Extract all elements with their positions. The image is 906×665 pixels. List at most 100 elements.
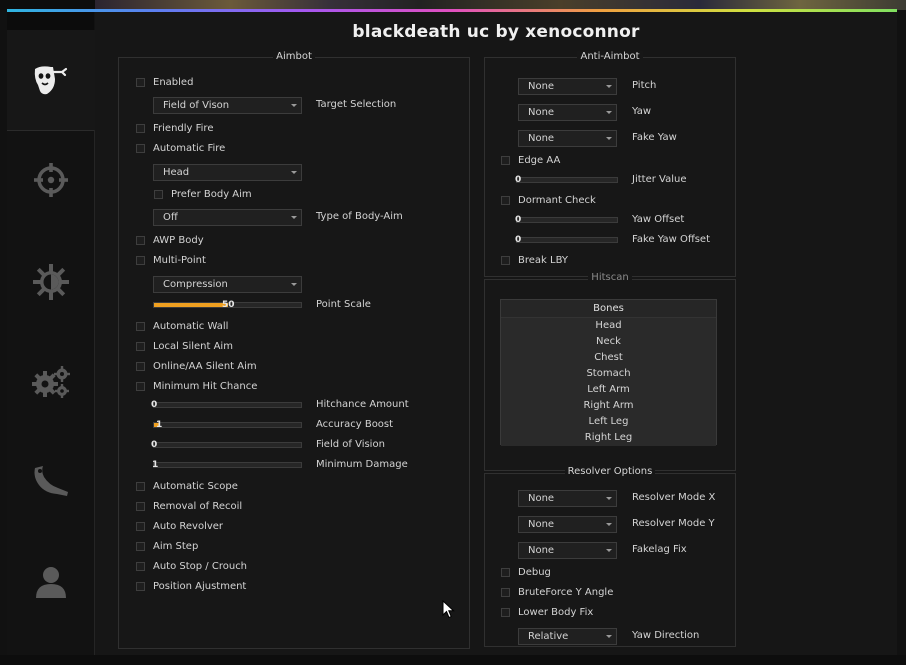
bruteforce-row[interactable]: BruteForce Y Angle (501, 585, 613, 599)
friendly-fire-label: Friendly Fire (153, 122, 214, 134)
accuracy-boost-label: Accuracy Boost (316, 419, 394, 430)
fakelag-fix-dropdown[interactable]: None (518, 542, 617, 559)
removal-of-recoil-row[interactable]: Removal of Recoil (136, 499, 242, 513)
bone-item[interactable]: Right Arm (501, 398, 716, 414)
sidebar-item-visuals[interactable] (7, 262, 95, 302)
prefer-body-aim-row[interactable]: Prefer Body Aim (154, 187, 252, 201)
prefer-body-aim-checkbox[interactable] (154, 189, 163, 199)
point-scale-label: Point Scale (316, 299, 371, 310)
auto-revolver-checkbox[interactable] (136, 521, 145, 531)
awp-body-row[interactable]: AWP Body (136, 233, 204, 247)
automatic-fire-checkbox[interactable] (136, 143, 145, 153)
debug-checkbox[interactable] (501, 567, 510, 577)
awp-body-label: AWP Body (153, 234, 204, 246)
auto-stop-row[interactable]: Auto Stop / Crouch (136, 559, 247, 573)
auto-revolver-row[interactable]: Auto Revolver (136, 519, 223, 533)
bone-item[interactable]: Right Leg (501, 430, 716, 446)
sidebar-item-skins[interactable] (7, 462, 95, 502)
minimum-damage-slider[interactable]: 1 (152, 460, 302, 470)
automatic-scope-row[interactable]: Automatic Scope (136, 479, 238, 493)
minimum-hit-chance-checkbox[interactable] (136, 381, 145, 391)
minimum-damage-label: Minimum Damage (316, 459, 408, 470)
dormant-check-checkbox[interactable] (501, 195, 510, 205)
resolver-mode-y-dropdown[interactable]: None (518, 516, 617, 533)
resolver-mode-x-dropdown[interactable]: None (518, 490, 617, 507)
automatic-scope-checkbox[interactable] (136, 481, 145, 491)
multipoint-mode-value: Compression (163, 279, 228, 290)
lower-body-fix-checkbox[interactable] (501, 607, 510, 617)
yaw-offset-slider[interactable]: 0 (515, 215, 618, 225)
automatic-wall-checkbox[interactable] (136, 321, 145, 331)
resolver-mode-y-value: None (528, 519, 555, 530)
field-of-vision-label: Field of Vision (316, 439, 385, 450)
point-scale-slider[interactable]: 50 (153, 300, 302, 310)
dormant-check-row[interactable]: Dormant Check (501, 193, 596, 207)
yaw-direction-dropdown[interactable]: Relative (518, 628, 617, 645)
automatic-fire-row[interactable]: Automatic Fire (136, 141, 225, 155)
edge-aa-checkbox[interactable] (501, 155, 510, 165)
friendly-fire-checkbox[interactable] (136, 123, 145, 133)
hitbox-dropdown[interactable]: Head (153, 164, 302, 181)
automatic-wall-row[interactable]: Automatic Wall (136, 319, 228, 333)
bones-listbox[interactable]: Bones Head Neck Chest Stomach Left Arm Right … (500, 299, 717, 446)
multi-point-row[interactable]: Multi-Point (136, 253, 206, 267)
aim-step-row[interactable]: Aim Step (136, 539, 198, 553)
edge-aa-row[interactable]: Edge AA (501, 153, 560, 167)
bone-item[interactable]: Left Leg (501, 414, 716, 430)
bone-item[interactable]: Chest (501, 350, 716, 366)
yaw-value: None (528, 107, 555, 118)
accuracy-boost-slider[interactable]: 1 (153, 420, 302, 430)
break-lby-row[interactable]: Break LBY (501, 253, 568, 267)
multi-point-checkbox[interactable] (136, 255, 145, 265)
pitch-dropdown[interactable]: None (518, 78, 617, 95)
fake-yaw-dropdown[interactable]: None (518, 130, 617, 147)
target-selection-dropdown[interactable]: Field of Vison (153, 97, 302, 114)
break-lby-checkbox[interactable] (501, 255, 510, 265)
bone-item[interactable]: Left Arm (501, 382, 716, 398)
sidebar-item-players[interactable] (7, 562, 95, 602)
field-of-vision-slider[interactable]: 0 (151, 440, 302, 450)
local-silent-aim-row[interactable]: Local Silent Aim (136, 339, 233, 353)
lower-body-fix-row[interactable]: Lower Body Fix (501, 605, 593, 619)
enabled-checkbox-row[interactable]: Enabled (136, 75, 193, 89)
sidebar-item-ragebot[interactable] (7, 60, 95, 100)
body-aim-type-value: Off (163, 212, 178, 223)
position-adjustment-checkbox[interactable] (136, 581, 145, 591)
bone-item[interactable]: Neck (501, 334, 716, 350)
window-bottom-edge (0, 655, 906, 665)
debug-row[interactable]: Debug (501, 565, 551, 579)
position-adjustment-label: Position Ajustment (153, 580, 247, 592)
bone-item[interactable]: Stomach (501, 366, 716, 382)
yaw-direction-value: Relative (528, 631, 569, 642)
chevron-down-icon (291, 283, 297, 286)
jitter-value-label: Jitter Value (632, 174, 687, 185)
online-silent-aim-row[interactable]: Online/AA Silent Aim (136, 359, 257, 373)
yaw-offset-label: Yaw Offset (632, 214, 685, 225)
yaw-dropdown[interactable]: None (518, 104, 617, 121)
body-aim-type-dropdown[interactable]: Off (153, 209, 302, 226)
chevron-down-icon (606, 549, 612, 552)
slider-value: 1 (152, 460, 159, 470)
resolver-group-title: Resolver Options (564, 466, 656, 477)
chevron-down-icon (606, 635, 612, 638)
bruteforce-checkbox[interactable] (501, 587, 510, 597)
resolver-mode-y-label: Resolver Mode Y (632, 518, 715, 529)
position-adjustment-row[interactable]: Position Ajustment (136, 579, 246, 593)
minimum-hit-chance-row[interactable]: Minimum Hit Chance (136, 379, 257, 393)
sidebar-item-settings[interactable] (7, 362, 95, 402)
sidebar-item-legitbot[interactable] (7, 160, 95, 200)
jitter-value-slider[interactable]: 0 (515, 175, 618, 185)
local-silent-aim-checkbox[interactable] (136, 341, 145, 351)
slider-value: 50 (222, 300, 235, 310)
removal-of-recoil-checkbox[interactable] (136, 501, 145, 511)
auto-stop-checkbox[interactable] (136, 561, 145, 571)
fake-yaw-offset-slider[interactable]: 0 (515, 235, 618, 245)
friendly-fire-row[interactable]: Friendly Fire (136, 121, 213, 135)
aim-step-checkbox[interactable] (136, 541, 145, 551)
hitchance-amount-slider[interactable]: 0 (151, 400, 302, 410)
multipoint-mode-dropdown[interactable]: Compression (153, 276, 302, 293)
online-silent-aim-checkbox[interactable] (136, 361, 145, 371)
awp-body-checkbox[interactable] (136, 235, 145, 245)
enabled-checkbox[interactable] (136, 77, 145, 87)
bone-item[interactable]: Head (501, 318, 716, 334)
